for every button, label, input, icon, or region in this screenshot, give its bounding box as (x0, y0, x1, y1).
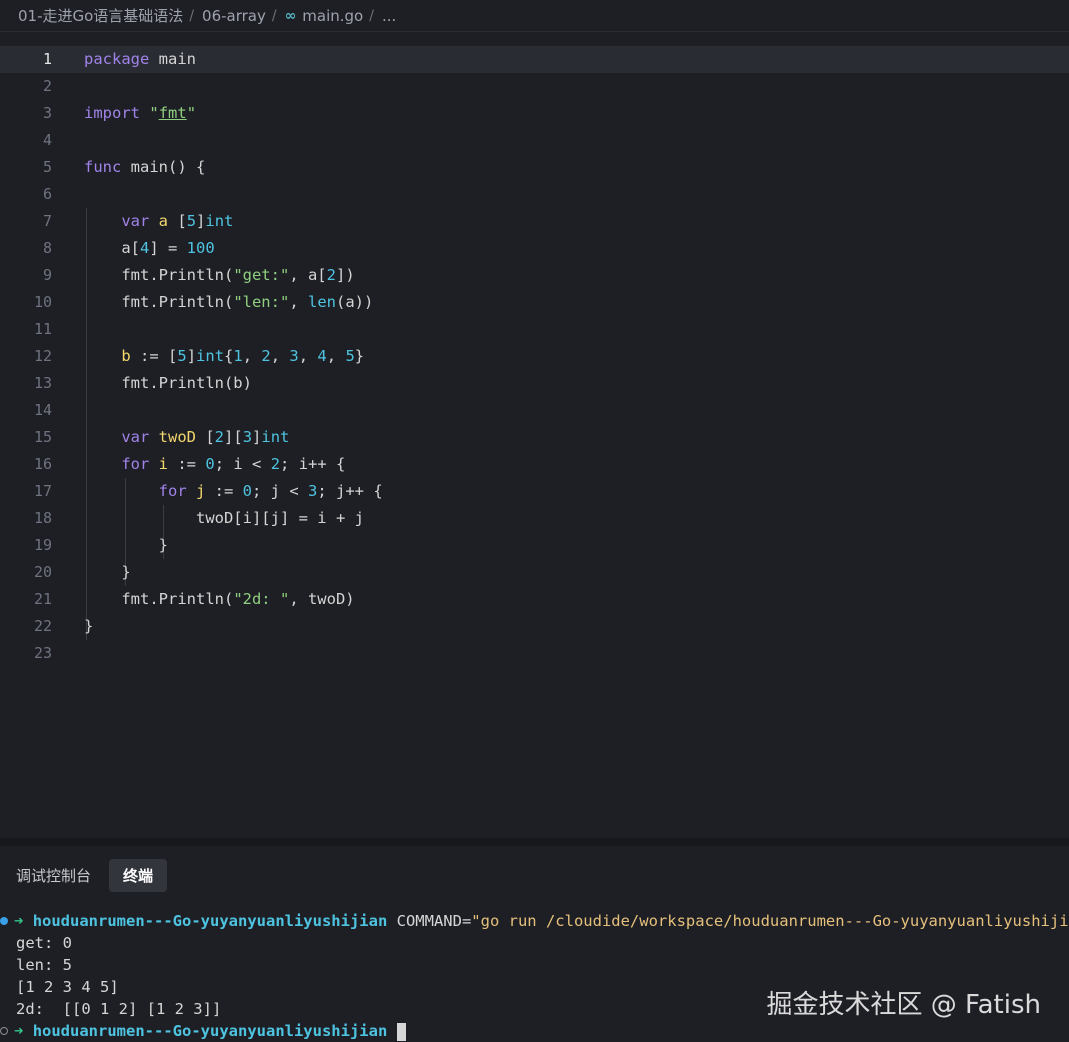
code-line[interactable]: 3 import "fmt" (0, 100, 1069, 127)
code-line[interactable]: 17 for j := 0; j < 3; j++ { (0, 478, 1069, 505)
code-line[interactable]: 15 var twoD [2][3]int (0, 424, 1069, 451)
line-number: 9 (42, 266, 52, 284)
line-number: 2 (42, 77, 52, 95)
code-line[interactable]: 19 } (0, 532, 1069, 559)
line-number: 15 (33, 428, 52, 446)
terminal-command-line: ➜ houduanrumen---Go-yuyanyuanliyushijian… (14, 910, 1069, 932)
code-line[interactable]: 18 twoD[i][j] = i + j (0, 505, 1069, 532)
code-line[interactable]: 21 fmt.Println("2d: ", twoD) (0, 586, 1069, 613)
tab-debug-console[interactable]: 调试控制台 (16, 865, 91, 886)
code-line[interactable]: 11 (0, 316, 1069, 343)
code-line[interactable]: 23 (0, 640, 1069, 667)
line-number: 14 (33, 401, 52, 419)
breadcrumb-item-subfolder[interactable]: 06-array (202, 7, 266, 25)
tab-terminal[interactable]: 终端 (109, 858, 168, 892)
code-line[interactable]: 7 var a [5]int (0, 208, 1069, 235)
code-line[interactable]: 20 } (0, 559, 1069, 586)
breadcrumb-item-folder[interactable]: 01-走进Go语言基础语法 (18, 5, 183, 26)
code-text: } (84, 617, 94, 635)
code-line[interactable]: 9 fmt.Println("get:", a[2]) (0, 262, 1069, 289)
code-line[interactable]: 1 package main (0, 46, 1069, 73)
line-number: 3 (42, 104, 52, 122)
line-number: 10 (33, 293, 52, 311)
watermark: 掘金技术社区 @ Fatish (766, 990, 1041, 1020)
terminal-output-line: get: 0 (16, 934, 72, 952)
go-file-icon: ∞ (284, 7, 297, 24)
line-number: 20 (33, 563, 52, 581)
code-line[interactable]: 13 fmt.Println(b) (0, 370, 1069, 397)
terminal-output-line: len: 5 (16, 956, 72, 974)
code-text: twoD[i][j] = i + j (84, 509, 364, 527)
line-number: 18 (33, 509, 52, 527)
code-text: b := [5]int{1, 2, 3, 4, 5} (121, 347, 365, 365)
status-dot-icon (0, 1027, 8, 1035)
line-number: 13 (33, 374, 52, 392)
terminal-host: houduanrumen---Go-yuyanyuanliyushijian (32, 912, 388, 930)
breadcrumb-separator: / (271, 7, 277, 24)
line-number: 11 (33, 320, 52, 338)
breadcrumb-separator: / (189, 7, 195, 24)
line-number: 6 (42, 185, 52, 203)
code-line[interactable]: 12 b := [5]int{1, 2, 3, 4, 5} (0, 343, 1069, 370)
line-number: 5 (42, 158, 52, 176)
code-line[interactable]: 2 (0, 73, 1069, 100)
code-text: var a [5]int (121, 212, 234, 230)
prompt-arrow-icon: ➜ (14, 912, 24, 930)
breadcrumb-separator: / (369, 7, 374, 24)
breadcrumb-item-file[interactable]: main.go (302, 7, 363, 25)
code-line[interactable]: 4 (0, 127, 1069, 154)
panel-tabs: 调试控制台 终端 (0, 846, 185, 904)
status-dot-icon (0, 917, 8, 925)
code-text: var twoD [2][3]int (121, 428, 290, 446)
line-number: 12 (33, 347, 52, 365)
code-text: a[4] = 100 (84, 239, 215, 257)
line-number: 4 (42, 131, 52, 149)
terminal-command-prefix: COMMAND= (387, 912, 472, 930)
code-text: fmt.Println(b) (84, 374, 252, 392)
breadcrumb-item-more[interactable]: ... (382, 7, 396, 25)
line-number: 1 (42, 50, 52, 68)
code-text: for i := 0; i < 2; i++ { (121, 455, 346, 473)
breadcrumb: 01-走进Go语言基础语法 / 06-array / ∞ main.go / .… (0, 0, 1069, 32)
code-text: package main (84, 50, 196, 68)
code-line[interactable]: 14 (0, 397, 1069, 424)
line-number: 8 (42, 239, 52, 257)
terminal-prompt-line: ➜ houduanrumen---Go-yuyanyuanliyushijian (14, 1020, 406, 1042)
code-text: fmt.Println("2d: ", twoD) (84, 590, 355, 608)
terminal-host: houduanrumen---Go-yuyanyuanliyushijian (32, 1022, 388, 1040)
line-number: 22 (33, 617, 52, 635)
code-text: } (84, 536, 168, 554)
code-text: fmt.Println("len:", len(a)) (84, 293, 374, 311)
line-number: 19 (33, 536, 52, 554)
code-line[interactable]: 5 func main() { (0, 154, 1069, 181)
terminal-cursor (396, 1022, 406, 1041)
terminal-output-line: [1 2 3 4 5] (16, 978, 119, 996)
line-number: 23 (33, 644, 52, 662)
code-line[interactable]: 6 (0, 181, 1069, 208)
code-line[interactable]: 8 a[4] = 100 (0, 235, 1069, 262)
panel-divider[interactable] (0, 838, 1069, 846)
line-number: 7 (42, 212, 52, 230)
code-text: fmt.Println("get:", a[2]) (84, 266, 355, 284)
code-line[interactable]: 16 for i := 0; i < 2; i++ { (0, 451, 1069, 478)
code-text: func main() { (84, 158, 206, 176)
code-text: for j := 0; j < 3; j++ { (158, 482, 383, 500)
code-line[interactable]: 22 } (0, 613, 1069, 640)
code-text: } (84, 563, 131, 581)
code-editor[interactable]: 1 package main 2 3 import "fmt" 4 5 func… (0, 46, 1069, 686)
prompt-arrow-icon: ➜ (14, 1022, 24, 1040)
code-line[interactable]: 10 fmt.Println("len:", len(a)) (0, 289, 1069, 316)
terminal-output-line: 2d: [[0 1 2] [1 2 3]] (16, 1000, 222, 1018)
code-text: import "fmt" (84, 104, 197, 122)
line-number: 16 (33, 455, 52, 473)
terminal-command-value: "go run /cloudide/workspace/houduanrumen… (471, 912, 1069, 930)
line-number: 17 (33, 482, 52, 500)
line-number: 21 (33, 590, 52, 608)
